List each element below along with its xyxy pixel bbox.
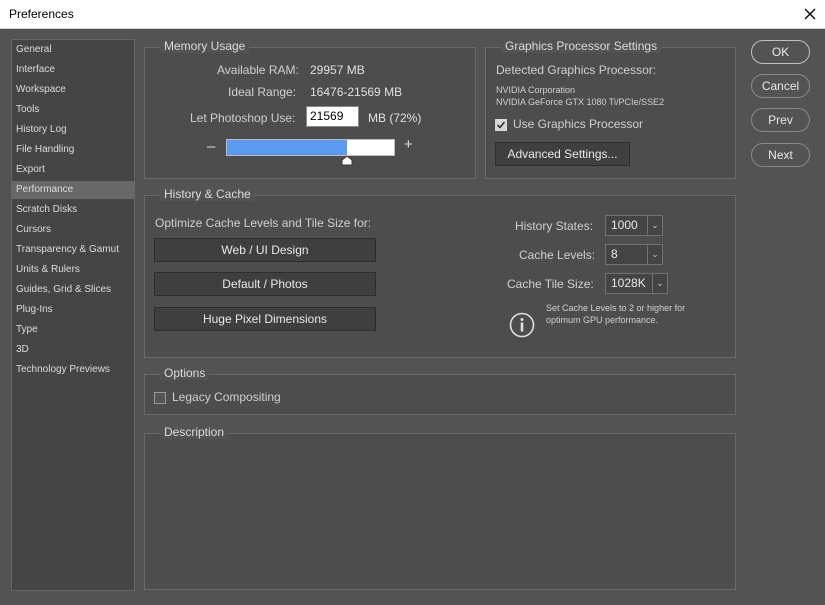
- checkmark-icon: [496, 121, 506, 129]
- sidebar-item-file-handling[interactable]: File Handling: [12, 141, 134, 159]
- detected-gpu-label: Detected Graphics Processor:: [496, 63, 657, 77]
- history-cache-title: History & Cache: [160, 187, 255, 201]
- memory-amount-input[interactable]: 21569: [306, 106, 359, 127]
- chevron-down-icon: ⌄: [656, 278, 664, 288]
- chevron-down-icon: ⌄: [651, 249, 659, 259]
- info-icon: [509, 312, 535, 338]
- sidebar-item-general[interactable]: General: [12, 41, 134, 59]
- chevron-down-icon: ⌄: [651, 220, 659, 230]
- sidebar-item-technology-previews[interactable]: Technology Previews: [12, 361, 134, 379]
- memory-increase-button[interactable]: +: [404, 136, 413, 153]
- sidebar-item-workspace[interactable]: Workspace: [12, 81, 134, 99]
- let-photoshop-use-label: Let Photoshop Use:: [190, 111, 296, 125]
- preferences-client: General Interface Workspace Tools History Lo…: [0, 29, 825, 605]
- history-states-dropdown[interactable]: 1000 ⌄: [605, 215, 663, 236]
- options-group: Options Legacy Compositing: [144, 366, 736, 415]
- memory-decrease-button[interactable]: –: [207, 138, 215, 155]
- web-ui-design-button[interactable]: Web / UI Design: [154, 238, 376, 262]
- close-icon: [804, 8, 816, 20]
- gpu-model: NVIDIA GeForce GTX 1080 Ti/PCIe/SSE2: [496, 97, 665, 107]
- cache-levels-value: 8: [611, 247, 618, 261]
- gpu-vendor: NVIDIA Corporation: [496, 85, 576, 95]
- sidebar-item-tools[interactable]: Tools: [12, 101, 134, 119]
- sidebar-item-units-rulers[interactable]: Units & Rulers: [12, 261, 134, 279]
- cache-levels-label: Cache Levels:: [519, 248, 596, 262]
- default-photos-button[interactable]: Default / Photos: [154, 272, 376, 296]
- use-gpu-label: Use Graphics Processor: [513, 117, 644, 131]
- available-ram-value: 29957 MB: [310, 63, 365, 77]
- prev-button[interactable]: Prev: [751, 108, 810, 132]
- legacy-compositing-checkbox[interactable]: [154, 392, 166, 404]
- use-gpu-checkbox[interactable]: [495, 119, 507, 131]
- sidebar-item-history-log[interactable]: History Log: [12, 121, 134, 139]
- cache-info-line2: optimum GPU performance.: [546, 315, 659, 325]
- next-button[interactable]: Next: [751, 143, 810, 167]
- sidebar-item-3d[interactable]: 3D: [12, 341, 134, 359]
- optimize-cache-label: Optimize Cache Levels and Tile Size for:: [155, 216, 372, 230]
- history-cache-group: History & Cache Optimize Cache Levels an…: [144, 187, 736, 358]
- ideal-range-value: 16476-21569 MB: [310, 85, 403, 99]
- memory-slider-fill: [227, 140, 348, 155]
- sidebar: General Interface Workspace Tools History Lo…: [11, 39, 135, 591]
- sidebar-item-scratch-disks[interactable]: Scratch Disks: [12, 201, 134, 219]
- gpu-settings-group: Graphics Processor Settings Detected Gra…: [485, 39, 736, 179]
- sidebar-item-transparency-gamut[interactable]: Transparency & Gamut: [12, 241, 134, 259]
- legacy-compositing-label: Legacy Compositing: [172, 390, 281, 404]
- close-button[interactable]: [795, 0, 825, 28]
- memory-slider[interactable]: [226, 139, 395, 156]
- memory-unit-percent: MB (72%): [368, 111, 422, 125]
- cache-tile-size-value: 1028K: [611, 276, 646, 290]
- window-title: Preferences: [9, 7, 74, 21]
- slider-handle[interactable]: [341, 156, 353, 166]
- huge-pixel-dimensions-button[interactable]: Huge Pixel Dimensions: [154, 307, 376, 331]
- ok-button[interactable]: OK: [751, 40, 810, 64]
- sidebar-item-plug-ins[interactable]: Plug-Ins: [12, 301, 134, 319]
- cache-tile-size-label: Cache Tile Size:: [507, 277, 594, 291]
- sidebar-item-performance[interactable]: Performance: [12, 181, 134, 199]
- ideal-range-label: Ideal Range:: [228, 85, 297, 99]
- memory-usage-title: Memory Usage: [160, 39, 250, 53]
- available-ram-label: Available RAM:: [217, 63, 299, 77]
- sidebar-item-type[interactable]: Type: [12, 321, 134, 339]
- cancel-button[interactable]: Cancel: [751, 74, 810, 98]
- cache-tile-size-dropdown[interactable]: 1028K ⌄: [605, 273, 668, 294]
- options-title: Options: [160, 366, 210, 380]
- description-title: Description: [160, 425, 229, 439]
- title-bar: Preferences: [0, 0, 825, 29]
- description-group: Description: [144, 425, 736, 590]
- sidebar-item-export[interactable]: Export: [12, 161, 134, 179]
- gpu-settings-title: Graphics Processor Settings: [501, 39, 662, 53]
- history-states-value: 1000: [611, 218, 638, 232]
- cache-info-line1: Set Cache Levels to 2 or higher for: [546, 303, 686, 313]
- advanced-settings-button[interactable]: Advanced Settings...: [495, 142, 630, 166]
- history-states-label: History States:: [515, 219, 594, 233]
- sidebar-item-interface[interactable]: Interface: [12, 61, 134, 79]
- sidebar-item-cursors[interactable]: Cursors: [12, 221, 134, 239]
- sidebar-item-guides-grid-slices[interactable]: Guides, Grid & Slices: [12, 281, 134, 299]
- memory-usage-group: Memory Usage Available RAM: 29957 MB Ide…: [144, 39, 476, 179]
- cache-levels-dropdown[interactable]: 8 ⌄: [605, 244, 663, 265]
